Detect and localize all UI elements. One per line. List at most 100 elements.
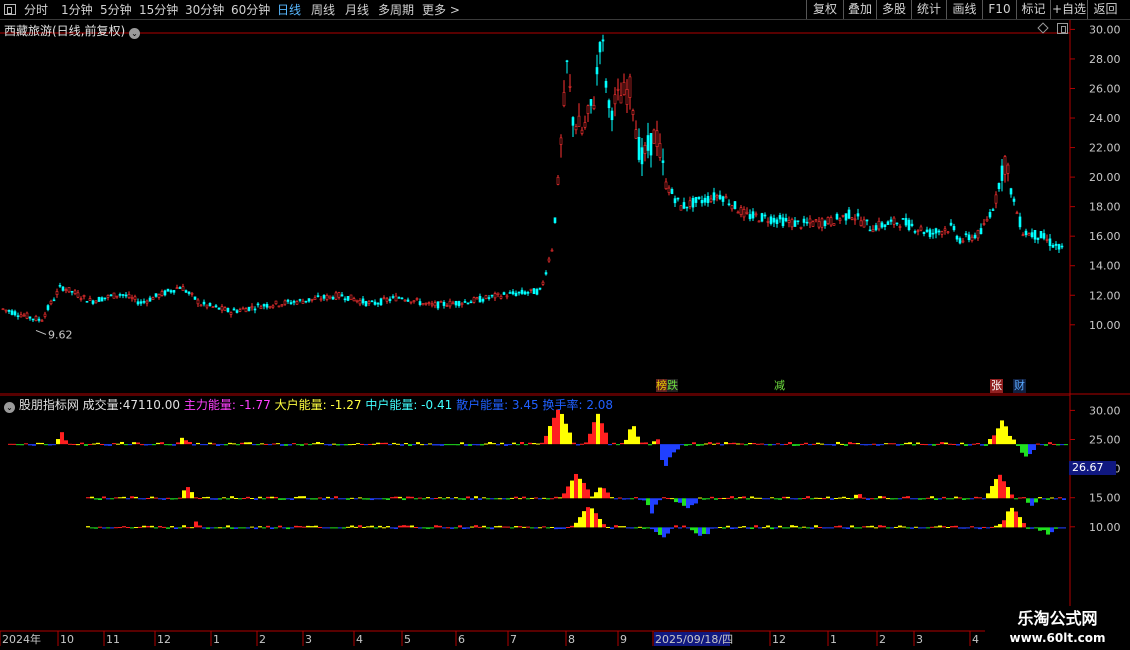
energy-bar <box>152 444 156 446</box>
energy-bar <box>88 444 92 446</box>
energy-bar <box>948 443 952 445</box>
chevron-down-icon[interactable]: ⌄ <box>129 28 141 39</box>
energy-bar <box>1052 443 1056 445</box>
candle-body <box>787 220 791 223</box>
candle-body <box>103 297 107 300</box>
window-icon[interactable] <box>4 4 16 15</box>
indicator-chart[interactable]: 35.0030.0025.0020.0015.0010.002024年10111… <box>0 395 1130 650</box>
period-tab-weekly[interactable]: 周线 <box>311 2 335 18</box>
candle-body <box>361 298 365 304</box>
scroll-lock-icon[interactable] <box>1057 23 1068 34</box>
period-tab-1min[interactable]: 1分钟 <box>61 2 93 18</box>
energy-bar <box>776 443 780 445</box>
period-tab-tick[interactable]: 分时 <box>24 2 48 18</box>
energy-bar <box>950 498 954 500</box>
multi-stock-button[interactable]: 多股 <box>876 0 911 19</box>
f10-button[interactable]: F10 <box>982 0 1016 19</box>
energy-bar <box>782 496 786 499</box>
energy-bar <box>972 443 976 445</box>
event-tag-zhang[interactable]: 张 <box>990 379 1003 393</box>
candle-body <box>607 100 611 109</box>
mark-button[interactable]: 标记 <box>1016 0 1050 19</box>
energy-bar <box>674 525 678 528</box>
period-tab-60min[interactable]: 60分钟 <box>231 2 270 18</box>
event-tag-finance[interactable]: 财 <box>1013 379 1026 393</box>
energy-bar <box>1032 444 1036 451</box>
energy-bar <box>392 442 396 445</box>
energy-bar <box>1010 507 1014 528</box>
energy-bar <box>318 526 322 528</box>
energy-bar <box>954 525 958 528</box>
stats-button[interactable]: 统计 <box>911 0 946 19</box>
energy-bar <box>264 443 268 445</box>
energy-bar <box>654 498 658 505</box>
energy-bar <box>654 527 658 533</box>
candle-body <box>667 187 671 193</box>
energy-bar <box>194 497 198 499</box>
period-tab-daily[interactable]: 日线 <box>277 2 301 18</box>
candle-body <box>949 222 953 226</box>
energy-bar <box>922 527 926 529</box>
candle-body <box>391 296 395 298</box>
candle-body <box>796 220 800 223</box>
energy-bar <box>126 527 130 529</box>
energy-bar <box>134 496 138 499</box>
candle-body <box>967 234 971 241</box>
period-tab-more[interactable]: 更多 > <box>422 2 460 18</box>
candle-body <box>334 292 338 300</box>
period-tab-30min[interactable]: 30分钟 <box>185 2 224 18</box>
energy-bar <box>364 444 368 446</box>
energy-bar <box>524 444 528 446</box>
candle-body <box>634 129 638 139</box>
energy-bar <box>358 497 362 499</box>
price-tick-label: 14.00 <box>1089 260 1121 273</box>
brand-name: 乐淘公式网 <box>1017 609 1098 628</box>
candle-body <box>1018 216 1022 228</box>
period-tab-multi[interactable]: 多周期 <box>378 2 414 18</box>
candle-body <box>733 201 737 209</box>
period-tab-15min[interactable]: 15分钟 <box>139 2 178 18</box>
energy-bar <box>888 443 892 445</box>
energy-bar <box>578 517 582 528</box>
energy-bar <box>108 444 112 446</box>
energy-bar <box>400 444 404 446</box>
candle-body <box>751 211 755 219</box>
event-tag-reduce[interactable]: 减 <box>773 379 786 393</box>
candlestick-chart[interactable]: 32.0030.0028.0026.0024.0022.0020.0018.00… <box>0 20 1130 395</box>
candle-body <box>481 299 485 302</box>
candle-body <box>1009 188 1013 195</box>
adjust-button[interactable]: 复权 <box>806 0 843 19</box>
energy-bar <box>1036 443 1040 445</box>
energy-bar <box>464 444 468 446</box>
energy-bar <box>430 527 434 529</box>
candle-body <box>160 291 164 296</box>
candle-body <box>589 99 593 106</box>
period-tab-monthly[interactable]: 月线 <box>345 2 369 18</box>
candle-body <box>424 302 428 305</box>
energy-bar <box>342 527 346 529</box>
energy-bar <box>620 442 624 445</box>
energy-bar <box>208 442 212 445</box>
candle-body <box>721 196 725 202</box>
energy-bar <box>20 444 24 446</box>
event-tag-rank[interactable]: 榜跌 <box>655 379 679 393</box>
energy-bar <box>286 498 290 500</box>
energy-bar <box>160 442 164 445</box>
energy-bar <box>180 437 184 445</box>
energy-bar <box>64 440 68 445</box>
add-watchlist-button[interactable]: +自选 <box>1050 0 1087 19</box>
energy-bar <box>866 526 870 528</box>
overlay-button[interactable]: 叠加 <box>843 0 876 19</box>
candle-body <box>118 294 122 296</box>
chevron-down-icon[interactable]: ⌄ <box>4 402 15 413</box>
back-button[interactable]: 返回 <box>1087 0 1123 19</box>
energy-bar <box>412 444 416 446</box>
period-tab-5min[interactable]: 5分钟 <box>100 2 132 18</box>
draw-line-button[interactable]: 画线 <box>946 0 982 19</box>
energy-bar <box>372 443 376 445</box>
energy-bar <box>286 527 290 530</box>
candle-body <box>883 224 887 227</box>
candle-body <box>1021 234 1025 237</box>
energy-bar <box>658 527 662 535</box>
candle-body <box>952 226 956 231</box>
